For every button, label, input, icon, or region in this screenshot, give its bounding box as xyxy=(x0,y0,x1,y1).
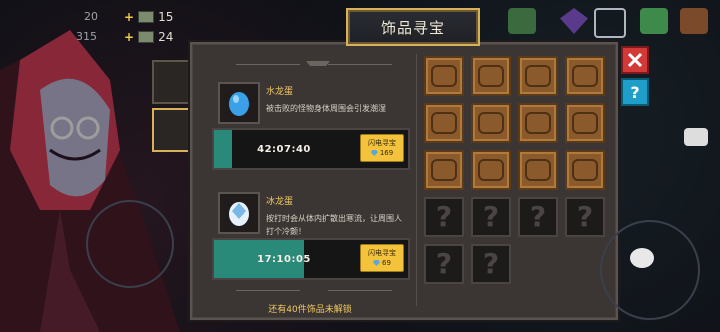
resource-2-value: 24 xyxy=(158,30,174,44)
question-mark-icon: ? xyxy=(435,247,453,280)
coin-relic-icon xyxy=(478,159,504,181)
relic-slot-unlocked[interactable] xyxy=(518,56,558,96)
entry-2-description: 按打时会从体内扩散出寒流，让周围人打个冷颤！ xyxy=(266,214,402,236)
shopping-cart-icon[interactable] xyxy=(594,8,626,38)
divider-ornament xyxy=(236,64,300,65)
hud-value-b: 315 xyxy=(76,30,97,43)
entry-2-icon xyxy=(218,192,260,234)
help-button[interactable]: ? xyxy=(621,78,649,106)
entry-2-timer-bar: 17:10:05 闪电寻宝 69 xyxy=(212,238,410,280)
entry-1-name: 水龙蛋 xyxy=(266,87,294,97)
relic-hunt-panel: 水龙蛋 被击败的怪物身体周围会引发潮湿 42:07:40 闪电寻宝 169 冰龙… xyxy=(190,42,618,320)
gem-icon xyxy=(370,150,378,156)
star-relic-icon xyxy=(525,159,551,181)
relic-slot-locked[interactable]: ? xyxy=(424,244,464,284)
menu-list-icon[interactable] xyxy=(640,8,668,34)
ring-relic-icon xyxy=(525,65,551,87)
relic-slot-locked[interactable]: ? xyxy=(565,197,605,237)
plus-icon: + xyxy=(124,30,135,44)
entry-1-timer: 42:07:40 xyxy=(257,143,311,155)
entry-1-icon xyxy=(218,82,260,124)
ornament-icon xyxy=(306,61,330,66)
question-mark-icon: ? xyxy=(576,200,594,233)
resource-counter-2: + 24 xyxy=(124,30,173,44)
cost-value: 69 xyxy=(382,259,391,267)
question-mark-icon: ? xyxy=(435,200,453,233)
relic-slot-unlocked[interactable] xyxy=(471,56,511,96)
material-icon xyxy=(138,11,155,23)
move-joystick[interactable] xyxy=(86,200,174,288)
relic-slot-unlocked[interactable] xyxy=(424,150,464,190)
sword-relic-icon xyxy=(525,112,551,134)
blue-egg-icon xyxy=(229,92,249,116)
dialog-title: 饰品寻宝 xyxy=(346,8,480,46)
cost: 69 xyxy=(361,259,403,267)
bird-relic-icon xyxy=(478,65,504,87)
divider-ornament xyxy=(328,64,392,65)
question-mark-icon: ? xyxy=(482,247,500,280)
resource-counter-1: + 15 xyxy=(124,10,173,24)
relic-slot-unlocked[interactable] xyxy=(471,103,511,143)
relic-slot-locked[interactable]: ? xyxy=(471,197,511,237)
plus-icon: + xyxy=(124,10,135,24)
locked-count-text: 还有40件饰品未解锁 xyxy=(268,305,352,315)
relic-slot-unlocked[interactable] xyxy=(424,56,464,96)
relic-slot-unlocked[interactable] xyxy=(565,103,605,143)
beast-relic-icon xyxy=(572,65,598,87)
fire-relic-icon xyxy=(431,112,457,134)
chat-bubble-icon[interactable] xyxy=(684,128,708,146)
question-mark-icon: ? xyxy=(529,200,547,233)
chat-icon[interactable] xyxy=(630,248,654,268)
entry-2-flash-hunt-button[interactable]: 闪电寻宝 69 xyxy=(360,244,404,272)
panel-divider xyxy=(416,54,417,306)
tab-relics[interactable] xyxy=(152,108,194,152)
spiral-relic-icon xyxy=(572,159,598,181)
relic-slot-locked[interactable]: ? xyxy=(518,197,558,237)
relic-slot-unlocked[interactable] xyxy=(565,150,605,190)
relic-slot-unlocked[interactable] xyxy=(518,150,558,190)
cost: 169 xyxy=(361,149,403,157)
question-mark-icon: ? xyxy=(482,200,500,233)
divider-ornament xyxy=(328,290,392,291)
flash-hunt-label: 闪电寻宝 xyxy=(368,139,396,147)
helmet-relic-icon xyxy=(431,65,457,87)
gem-icon xyxy=(373,260,381,266)
shell-relic-icon xyxy=(431,159,457,181)
relic-slot-locked[interactable]: ? xyxy=(471,244,511,284)
cost-value: 169 xyxy=(379,149,394,157)
relic-slot-unlocked[interactable] xyxy=(471,150,511,190)
question-icon: ? xyxy=(630,82,640,102)
relic-slot-unlocked[interactable] xyxy=(424,103,464,143)
close-button[interactable] xyxy=(621,46,649,74)
relic-slot-unlocked[interactable] xyxy=(518,103,558,143)
tab-pot[interactable] xyxy=(152,60,194,104)
relic-slot-unlocked[interactable] xyxy=(565,56,605,96)
monster-relic-icon xyxy=(572,112,598,134)
entry-1-timer-bar: 42:07:40 闪电寻宝 169 xyxy=(212,128,410,170)
action-joystick[interactable] xyxy=(600,220,700,320)
hud-value-a: 20 xyxy=(84,10,98,23)
flash-hunt-label: 闪电寻宝 xyxy=(368,249,396,257)
relic-slot-locked[interactable]: ? xyxy=(424,197,464,237)
resource-1-value: 15 xyxy=(158,10,174,24)
entry-1-flash-hunt-button[interactable]: 闪电寻宝 169 xyxy=(360,134,404,162)
entry-2-name: 冰龙蛋 xyxy=(266,197,294,207)
close-icon xyxy=(627,52,643,68)
treasure-chest-icon[interactable] xyxy=(508,8,536,34)
journal-icon[interactable] xyxy=(680,8,708,34)
material-icon xyxy=(138,31,155,43)
heart-relic-icon xyxy=(478,112,504,134)
entry-2-timer: 17:10:05 xyxy=(257,253,311,265)
entry-1-description: 被击败的怪物身体周围会引发潮湿 xyxy=(266,104,386,113)
divider-ornament xyxy=(236,290,300,291)
ice-egg-icon xyxy=(229,202,249,226)
